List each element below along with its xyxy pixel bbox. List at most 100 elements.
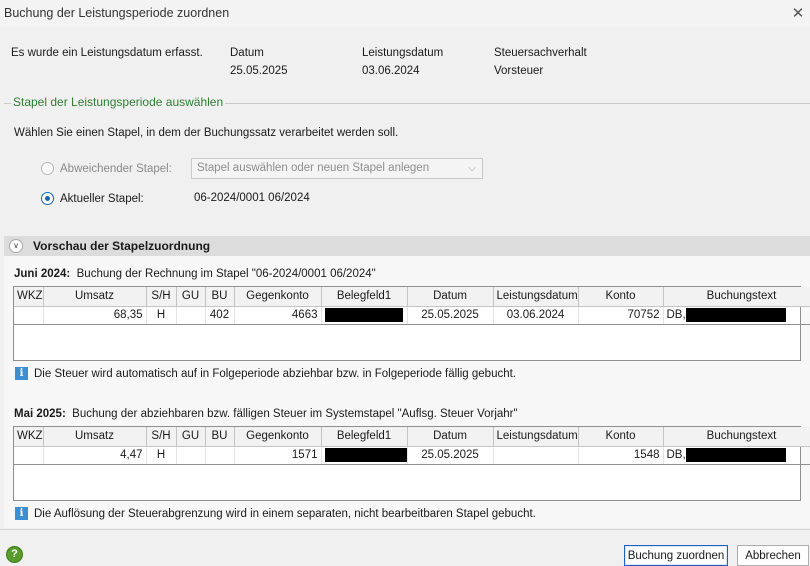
close-icon[interactable]: ✕ — [786, 0, 810, 26]
table-row[interactable]: 68,35 H 402 4663 25.05.2025 03.06.2024 7… — [14, 306, 810, 325]
footer-divider — [0, 529, 810, 530]
steuersachverhalt-label: Steuersachverhalt — [494, 47, 587, 59]
column-header[interactable]: GU — [176, 427, 206, 447]
steuersachverhalt-cell: Steuersachverhalt Vorsteuer — [494, 46, 587, 78]
group-divider — [212, 103, 810, 104]
instruction-text: Wählen Sie einen Stapel, in dem der Buch… — [14, 127, 399, 139]
steuersachverhalt-value: Vorsteuer — [494, 65, 544, 77]
column-header[interactable]: Konto — [578, 287, 664, 307]
preview-section-header[interactable]: ∨ Vorschau der Stapelzuordnung — [4, 236, 810, 256]
cell-belegfeld1[interactable] — [321, 306, 408, 325]
column-header[interactable]: WKZ — [14, 427, 44, 447]
chevron-down-icon[interactable]: ∨ — [9, 239, 23, 253]
booking-grid-2[interactable]: WKZ Umsatz S/H GU BU Gegenkonto Belegfel… — [13, 426, 810, 501]
block1-note-text: Die Steuer wird automatisch auf in Folge… — [34, 367, 517, 380]
column-header[interactable]: Datum — [407, 287, 494, 307]
column-header[interactable]: Gegenkonto — [234, 287, 322, 307]
column-header[interactable]: Belegfeld1 — [321, 427, 408, 447]
radio-aktueller-stapel[interactable]: Aktueller Stapel: — [41, 192, 144, 205]
cell-bu[interactable]: 402 — [205, 306, 235, 325]
combo-placeholder: Stapel auswählen oder neuen Stapel anleg… — [197, 162, 430, 174]
grid-header-row: WKZ Umsatz S/H GU BU Gegenkonto Belegfel… — [14, 427, 810, 447]
column-header[interactable]: GU — [176, 287, 206, 307]
block1-period: Juni 2024: — [14, 268, 71, 280]
leistungsdatum-label: Leistungsdatum — [362, 47, 444, 59]
column-header[interactable]: Konto — [578, 427, 664, 447]
column-header[interactable]: Leistungsdatum — [493, 427, 579, 447]
block2-caption-text: Buchung der abziehbaren bzw. fälligen St… — [72, 408, 518, 420]
cell-buchungstext[interactable]: DB, — [663, 446, 810, 465]
block2-note-text: Die Auflösung der Steuerabgrenzung wird … — [34, 507, 536, 520]
redaction-block — [685, 308, 786, 322]
cell-gu[interactable] — [176, 446, 206, 465]
redaction-block — [324, 448, 406, 462]
info-icon: i — [15, 507, 28, 520]
stapel-combobox[interactable]: Stapel auswählen oder neuen Stapel anleg… — [191, 158, 483, 179]
radio-button-selected[interactable] — [41, 192, 54, 205]
radio-label: Aktueller Stapel: — [60, 192, 144, 205]
buchungstext-prefix: DB, — [666, 449, 686, 462]
info-message-cell: Es wurde ein Leistungsdatum erfasst. — [11, 46, 203, 60]
column-header[interactable]: S/H — [146, 287, 177, 307]
column-header[interactable]: Umsatz — [43, 287, 147, 307]
chevron-down-icon[interactable]: ⌵ — [462, 159, 482, 178]
leistungsdatum-cell: Leistungsdatum 03.06.2024 — [362, 46, 443, 78]
cancel-button[interactable]: Abbrechen — [737, 545, 809, 566]
buchungstext-prefix: DB, — [666, 309, 686, 322]
column-header[interactable]: S/H — [146, 427, 177, 447]
cell-leistungsdatum[interactable] — [493, 446, 579, 465]
cell-konto[interactable]: 1548 — [578, 446, 664, 465]
column-header[interactable]: Buchungstext — [663, 287, 810, 307]
column-header[interactable]: BU — [205, 427, 235, 447]
cell-gegenkonto[interactable]: 4663 — [234, 306, 322, 325]
aktueller-stapel-value: 06-2024/0001 06/2024 — [194, 192, 310, 204]
cell-umsatz[interactable]: 4,47 — [43, 446, 147, 465]
block1-caption-text: Buchung der Rechnung im Stapel "06-2024/… — [76, 268, 376, 280]
column-header[interactable]: Gegenkonto — [234, 427, 322, 447]
datum-label: Datum — [230, 47, 264, 59]
redaction-block — [685, 448, 786, 462]
block1-note: i Die Steuer wird automatisch auf in Fol… — [15, 367, 516, 380]
cell-konto[interactable]: 70752 — [578, 306, 664, 325]
column-header[interactable]: Belegfeld1 — [321, 287, 408, 307]
column-header[interactable]: BU — [205, 287, 235, 307]
title-bar: Buchung der Leistungsperiode zuordnen ✕ — [0, 0, 810, 27]
cell-buchungstext[interactable]: DB, — [663, 306, 810, 325]
block2-caption: Mai 2025: Buchung der abziehbaren bzw. f… — [14, 408, 518, 420]
column-header[interactable]: Leistungsdatum — [493, 287, 579, 307]
block1-caption: Juni 2024: Buchung der Rechnung im Stape… — [14, 268, 376, 280]
cell-wkz[interactable] — [14, 446, 44, 465]
table-row[interactable]: 4,47 H 1571 25.05.2025 1548 DB, — [14, 446, 810, 465]
cell-sh[interactable]: H — [146, 306, 177, 325]
radio-abweichender-stapel[interactable]: Abweichender Stapel: — [41, 162, 172, 175]
cell-gu[interactable] — [176, 306, 206, 325]
radio-label: Abweichender Stapel: — [60, 162, 172, 175]
cell-datum[interactable]: 25.05.2025 — [407, 446, 494, 465]
column-header[interactable]: Umsatz — [43, 427, 147, 447]
column-header[interactable]: WKZ — [14, 287, 44, 307]
block2-period: Mai 2025: — [14, 408, 66, 420]
grid-header-row: WKZ Umsatz S/H GU BU Gegenkonto Belegfel… — [14, 287, 810, 307]
group-title: Stapel der Leistungsperiode auswählen — [11, 95, 226, 109]
section-title: Vorschau der Stapelzuordnung — [33, 239, 211, 253]
cell-sh[interactable]: H — [146, 446, 177, 465]
help-icon[interactable]: ? — [6, 546, 23, 563]
column-header[interactable]: Datum — [407, 427, 494, 447]
info-row: Es wurde ein Leistungsdatum erfasst. Dat… — [0, 46, 810, 86]
cell-wkz[interactable] — [14, 306, 44, 325]
cell-belegfeld1[interactable] — [321, 446, 408, 465]
cell-datum[interactable]: 25.05.2025 — [407, 306, 494, 325]
cell-bu[interactable] — [205, 446, 235, 465]
radio-button[interactable] — [41, 162, 54, 175]
cell-umsatz[interactable]: 68,35 — [43, 306, 147, 325]
cell-gegenkonto[interactable]: 1571 — [234, 446, 322, 465]
assign-booking-button[interactable]: Buchung zuordnen — [624, 545, 728, 566]
cell-leistungsdatum[interactable]: 03.06.2024 — [493, 306, 579, 325]
leistungsdatum-value: 03.06.2024 — [362, 65, 420, 77]
redaction-block — [324, 308, 403, 322]
info-message: Es wurde ein Leistungsdatum erfasst. — [11, 47, 203, 59]
window-title: Buchung der Leistungsperiode zuordnen — [4, 6, 230, 20]
column-header[interactable]: Buchungstext — [663, 427, 810, 447]
block2-note: i Die Auflösung der Steuerabgrenzung wir… — [15, 507, 536, 520]
booking-grid-1[interactable]: WKZ Umsatz S/H GU BU Gegenkonto Belegfel… — [13, 286, 810, 361]
